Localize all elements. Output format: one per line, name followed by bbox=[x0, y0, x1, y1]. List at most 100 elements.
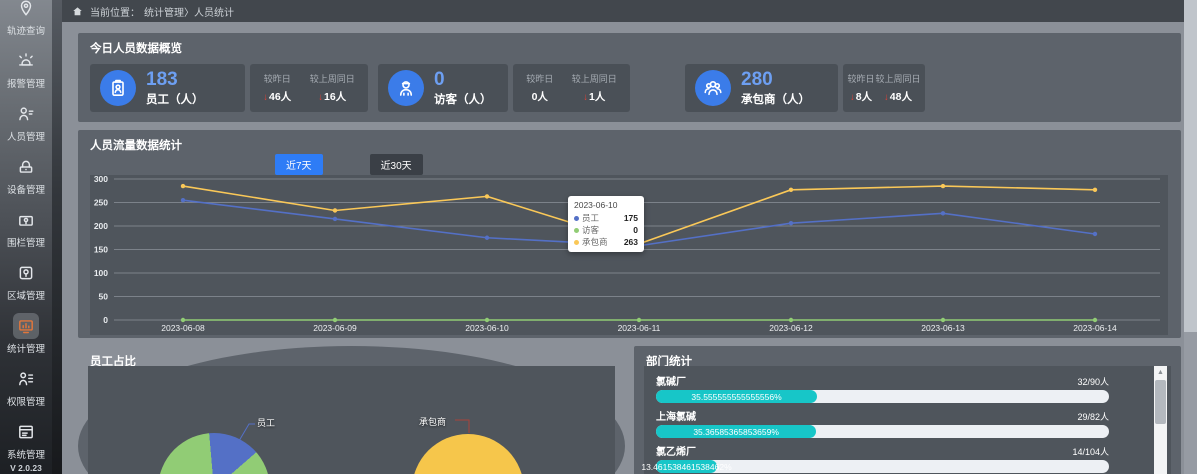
tab-last-30-days[interactable]: 近30天 bbox=[370, 154, 423, 175]
flow-panel: 人员流量数据统计 近7天近30天 3002502001501005002023-… bbox=[78, 130, 1181, 338]
tooltip-series-value: 0 bbox=[633, 224, 638, 236]
visitor-icon bbox=[388, 70, 424, 106]
chart-tooltip: 2023-06-10 员工 175 访客 0 承包商 263 bbox=[568, 196, 644, 252]
main-content: 当前位置： 统计管理〉人员统计 今日人员数据概览 183 员工（人） 较昨日 ↓… bbox=[62, 0, 1197, 474]
department-scrollbar-thumb[interactable] bbox=[1155, 380, 1166, 424]
sidebar-item-label: 设备管理 bbox=[7, 182, 45, 196]
svg-text:2023-06-11: 2023-06-11 bbox=[618, 323, 661, 333]
department-bar-fill: 35.36585365853659% bbox=[656, 425, 816, 438]
tooltip-series-name: 承包商 bbox=[582, 236, 608, 248]
personnel-icon bbox=[13, 101, 39, 127]
stat-card-group-visitor: 0 访客（人） 较昨日 0人 较上周同日 ↓1人 bbox=[378, 64, 630, 112]
breadcrumb: 当前位置： 统计管理〉人员统计 bbox=[62, 0, 1197, 22]
system-icon bbox=[13, 419, 39, 445]
flow-chart-area: 3002502001501005002023-06-082023-06-0920… bbox=[90, 175, 1168, 335]
compare-label: 较昨日 bbox=[263, 72, 291, 85]
stat-cards: 183 员工（人） 较昨日 ↓46人 较上周同日 ↓16人 0 访客（人） 较昨… bbox=[78, 64, 1181, 112]
compare-stat: 较上周同日 ↓48人 bbox=[875, 72, 920, 104]
svg-text:100: 100 bbox=[94, 268, 108, 278]
scroll-up-icon[interactable]: ▲ bbox=[1154, 366, 1167, 379]
department-bar-fill: 35.555555555555556% bbox=[656, 390, 817, 403]
department-count: 29/82人 bbox=[1077, 410, 1109, 423]
area-icon bbox=[13, 260, 39, 286]
tooltip-row: 访客 0 bbox=[574, 224, 638, 236]
department-row: 氯乙烯厂 14/104人 13.461538461538462% bbox=[656, 443, 1109, 473]
department-stats-list: 氯碱厂 32/90人 35.555555555555556% 上海氯碱 29/8… bbox=[644, 366, 1171, 474]
page-scrollbar-thumb[interactable] bbox=[1184, 0, 1197, 332]
down-arrow-icon: ↓ bbox=[263, 92, 268, 103]
compare-stat: 较昨日 ↓8人 bbox=[847, 72, 874, 104]
range-tabs: 近7天 近30天 bbox=[275, 154, 423, 175]
sidebar-item-system[interactable]: 系统管理 bbox=[0, 408, 52, 461]
stat-card-employee: 183 员工（人） bbox=[90, 64, 245, 112]
sidebar-item-fence[interactable]: 围栏管理 bbox=[0, 196, 52, 249]
tooltip-date: 2023-06-10 bbox=[574, 200, 638, 210]
sidebar-item-device[interactable]: 设备管理 bbox=[0, 143, 52, 196]
tooltip-row: 承包商 263 bbox=[574, 236, 638, 248]
series-dot-icon bbox=[574, 228, 579, 233]
department-name: 氯乙烯厂 bbox=[656, 443, 696, 458]
compare-stat: 较上周同日 ↓1人 bbox=[572, 72, 617, 104]
svg-text:2023-06-14: 2023-06-14 bbox=[1073, 323, 1117, 333]
svg-text:2023-06-10: 2023-06-10 bbox=[465, 323, 509, 333]
department-stats-panel: 部门统计 氯碱厂 32/90人 35.555555555555556% 上海氯碱… bbox=[634, 346, 1181, 474]
tooltip-series-value: 175 bbox=[624, 212, 638, 224]
stat-card-group-employee: 183 员工（人） 较昨日 ↓46人 较上周同日 ↓16人 bbox=[90, 64, 368, 112]
compare-stat: 较昨日 ↓46人 bbox=[263, 72, 291, 104]
sidebar-item-stats[interactable]: 统计管理 bbox=[0, 302, 52, 355]
down-arrow-icon: ↓ bbox=[583, 92, 588, 103]
svg-text:2023-06-08: 2023-06-08 bbox=[161, 323, 205, 333]
compare-value: 0人 bbox=[526, 89, 553, 104]
compare-stat: 较昨日 0人 bbox=[526, 72, 553, 104]
pie-chart-contractor[interactable] bbox=[412, 434, 524, 474]
compare-label: 较昨日 bbox=[526, 72, 553, 85]
breadcrumb-prefix: 当前位置： bbox=[90, 4, 140, 19]
tooltip-rows: 员工 175 访客 0 承包商 263 bbox=[574, 212, 638, 248]
sidebar-item-alarm[interactable]: 报警管理 bbox=[0, 37, 52, 90]
compare-value: ↓46人 bbox=[263, 89, 291, 104]
sidebar-item-track[interactable]: 轨迹查询 bbox=[0, 0, 52, 37]
alarm-icon bbox=[13, 48, 39, 74]
department-row: 氯碱厂 32/90人 35.555555555555556% bbox=[656, 373, 1109, 403]
department-name: 上海氯碱 bbox=[656, 408, 696, 423]
sidebar-item-label: 轨迹查询 bbox=[7, 23, 45, 37]
sidebar-item-label: 统计管理 bbox=[7, 341, 45, 355]
department-scrollbar[interactable]: ▲ bbox=[1154, 366, 1167, 474]
down-arrow-icon: ↓ bbox=[318, 92, 323, 103]
series-dot-icon bbox=[574, 216, 579, 221]
compare-value: ↓16人 bbox=[310, 89, 355, 104]
department-bar-track: 13.461538461538462% bbox=[656, 460, 1109, 473]
fence-icon bbox=[13, 207, 39, 233]
contractor-icon bbox=[695, 70, 731, 106]
series-dot-icon bbox=[574, 240, 579, 245]
sidebar-item-area[interactable]: 区域管理 bbox=[0, 249, 52, 302]
department-row: 上海氯碱 29/82人 35.36585365853659% bbox=[656, 408, 1109, 438]
tab-last-7-days[interactable]: 近7天 bbox=[275, 154, 323, 175]
employee-ratio-chart[interactable]: 员工承包商 bbox=[88, 366, 615, 474]
sidebar-divider bbox=[52, 0, 62, 474]
stat-card-group-contractor: 280 承包商（人） 较昨日 ↓8人 较上周同日 ↓48人 bbox=[685, 64, 925, 112]
badge-icon bbox=[100, 70, 136, 106]
compare-label: 较上周同日 bbox=[875, 72, 920, 85]
sidebar: 轨迹查询 报警管理 人员管理 设备管理 围栏管理 区域管理 统计管理 权限管理 … bbox=[0, 0, 52, 474]
svg-text:2023-06-13: 2023-06-13 bbox=[921, 323, 965, 333]
overview-title: 今日人员数据概览 bbox=[78, 33, 1181, 56]
sidebar-items: 轨迹查询 报警管理 人员管理 设备管理 围栏管理 区域管理 统计管理 权限管理 … bbox=[0, 0, 52, 461]
sidebar-item-personnel[interactable]: 人员管理 bbox=[0, 90, 52, 143]
stat-value: 183 bbox=[146, 70, 204, 89]
tooltip-series-name: 访客 bbox=[582, 224, 599, 236]
tooltip-series-value: 263 bbox=[624, 236, 638, 248]
page-scrollbar[interactable] bbox=[1184, 0, 1197, 474]
department-rows: 氯碱厂 32/90人 35.555555555555556% 上海氯碱 29/8… bbox=[656, 373, 1109, 474]
svg-text:2023-06-09: 2023-06-09 bbox=[313, 323, 357, 333]
home-icon bbox=[72, 6, 83, 17]
permission-icon bbox=[13, 366, 39, 392]
down-arrow-icon: ↓ bbox=[850, 92, 855, 103]
compare-card-contractor: 较昨日 ↓8人 较上周同日 ↓48人 bbox=[843, 64, 925, 112]
department-percent: 13.461538461538462% bbox=[641, 462, 731, 472]
sidebar-item-permission[interactable]: 权限管理 bbox=[0, 355, 52, 408]
department-bar-track: 35.555555555555556% bbox=[656, 390, 1109, 403]
stats-icon bbox=[13, 313, 39, 339]
stat-label: 访客（人） bbox=[434, 91, 492, 107]
pie-chart-employee-visitor[interactable] bbox=[158, 433, 270, 474]
